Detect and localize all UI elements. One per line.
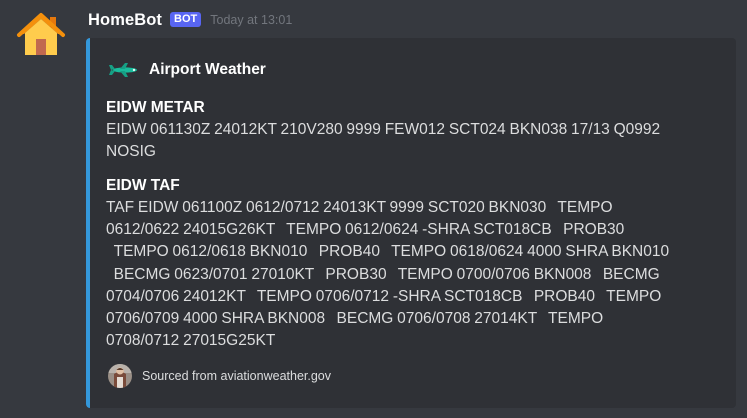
- house-icon[interactable]: [16, 11, 66, 57]
- chat-message: HomeBot BOT Today at 13:01 Airport Weath…: [0, 0, 747, 418]
- bot-badge: BOT: [170, 11, 202, 27]
- person-avatar-icon: [108, 364, 132, 388]
- field-value: EIDW 061130Z 24012KT 210V280 9999 FEW012…: [106, 121, 661, 161]
- embed-card: Airport Weather EIDW METAR EIDW 061130Z …: [86, 38, 736, 408]
- message-header: HomeBot BOT Today at 13:01: [88, 9, 292, 31]
- embed-footer-text: Sourced from aviationweather.gov: [142, 369, 331, 383]
- embed-author-name: Airport Weather: [149, 61, 266, 78]
- embed-field-taf: EIDW TAF TAF EIDW 061100Z 0612/0712 2401…: [106, 176, 726, 352]
- airplane-icon: [108, 63, 138, 77]
- embed-footer: Sourced from aviationweather.gov: [108, 364, 331, 388]
- timestamp[interactable]: Today at 13:01: [210, 13, 292, 27]
- field-title: EIDW TAF: [106, 177, 180, 194]
- username[interactable]: HomeBot: [88, 11, 162, 30]
- field-value: TAF EIDW 061100Z 0612/0712 24013KT 9999 …: [106, 199, 670, 350]
- embed-field-metar: EIDW METAR EIDW 061130Z 24012KT 210V280 …: [106, 98, 726, 163]
- field-title: EIDW METAR: [106, 99, 205, 116]
- embed-author: Airport Weather: [108, 61, 266, 79]
